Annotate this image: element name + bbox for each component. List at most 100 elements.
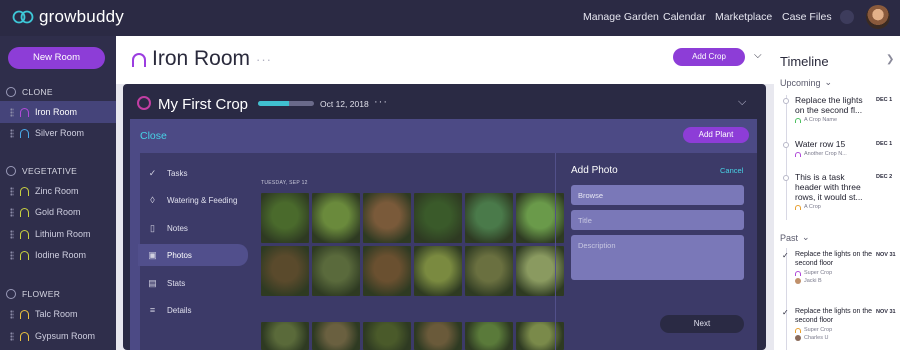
room-icon [20, 309, 29, 319]
flower-icon [6, 289, 16, 299]
title-field[interactable]: Title [571, 210, 744, 230]
photo-thumbnail[interactable] [261, 322, 309, 350]
chevron-down-icon[interactable]: ⌵ [738, 96, 746, 109]
photo-thumbnail[interactable] [312, 246, 360, 296]
drag-handle-icon[interactable] [10, 309, 14, 319]
drag-handle-icon[interactable] [10, 128, 14, 138]
app-logo[interactable]: growbuddy [12, 7, 124, 27]
sidebar-item-iodine-room[interactable]: Iodine Room [0, 244, 116, 266]
drag-handle-icon[interactable] [10, 331, 14, 341]
task-crop: Super Crop [804, 327, 833, 333]
sidebar-item-label: Zinc Room [35, 186, 79, 196]
stats-icon: ▤ [148, 277, 157, 288]
photo-icon: ▣ [148, 249, 157, 260]
room-more-button[interactable]: ··· [256, 52, 272, 67]
section-label: FLOWER [22, 289, 61, 299]
photo-thumbnail[interactable] [516, 246, 564, 296]
avatar[interactable] [866, 5, 890, 29]
crop-more-button[interactable]: ··· [374, 96, 388, 108]
photo-thumbnail[interactable] [363, 193, 411, 243]
section-label: Past [780, 232, 799, 243]
add-plant-button[interactable]: Add Plant [683, 127, 749, 143]
cancel-button[interactable]: Cancel [720, 166, 743, 175]
menu-details[interactable]: ≡ Details [138, 299, 248, 321]
task-crop: A Crop Name [804, 117, 838, 123]
sidebar-item-lithium-room[interactable]: Lithium Room [0, 223, 116, 245]
timeline-past-toggle[interactable]: Past ⌄ [780, 232, 810, 243]
task-title: Replace the lights on the second fl... [795, 95, 863, 115]
photo-thumbnail[interactable] [312, 193, 360, 243]
nav-manage-garden[interactable]: Manage Garden [583, 11, 659, 23]
next-button[interactable]: Next [660, 315, 744, 333]
check-icon: ✓ [782, 251, 789, 260]
sidebar-item-gypsum-room[interactable]: Gypsum Room [0, 325, 116, 347]
sidebar-item-gold-room[interactable]: Gold Room [0, 201, 116, 223]
notifications-icon[interactable] [840, 10, 854, 24]
photo-thumbnail[interactable] [312, 322, 360, 350]
menu-tasks[interactable]: ✓ Tasks [138, 162, 248, 184]
crop-icon [795, 327, 801, 333]
clone-icon [6, 87, 16, 97]
menu-photos[interactable]: ▣ Photos [138, 244, 248, 266]
photo-thumbnail[interactable] [465, 246, 513, 296]
photo-thumbnail[interactable] [363, 246, 411, 296]
timeline-item[interactable]: ✓ Replace the lights on the second floor… [780, 307, 898, 341]
photo-thumbnail[interactable] [465, 193, 513, 243]
add-photo-title: Add Photo [571, 165, 618, 176]
timeline-item[interactable]: Replace the lights on the second fl... A… [780, 95, 898, 123]
timeline-item[interactable]: This is a task header with three rows, i… [780, 172, 898, 210]
nav-calendar[interactable]: Calendar [663, 11, 706, 23]
sidebar-item-silver-room[interactable]: Silver Room [0, 122, 116, 144]
task-date: DEC 2 [876, 174, 893, 180]
drag-handle-icon[interactable] [10, 250, 14, 260]
photo-thumbnail[interactable] [414, 322, 462, 350]
timeline-title: Timeline [780, 54, 829, 69]
description-field[interactable]: Description [571, 235, 744, 280]
user-avatar [795, 335, 801, 341]
sidebar-item-iron-room[interactable]: Iron Room [0, 101, 116, 123]
task-title: Replace the lights on the second floor [795, 308, 873, 324]
nav-case-files[interactable]: Case Files [782, 11, 832, 23]
photo-date-heading: TUESDAY, SEP 12 [261, 180, 308, 186]
room-icon [20, 107, 29, 117]
crop-icon [137, 96, 151, 110]
drag-handle-icon[interactable] [10, 229, 14, 239]
sidebar-item-zinc-room[interactable]: Zinc Room [0, 180, 116, 202]
nav-marketplace[interactable]: Marketplace [715, 11, 772, 23]
chevron-right-icon[interactable]: ❯ [886, 54, 894, 65]
crop-progress-fill [258, 101, 289, 106]
add-crop-button[interactable]: Add Crop [673, 48, 745, 66]
crop-icon [795, 117, 801, 123]
crop-progress-bar [258, 101, 314, 106]
timeline-dot [783, 175, 789, 181]
drag-handle-icon[interactable] [10, 207, 14, 217]
photo-thumbnail[interactable] [414, 193, 462, 243]
drag-handle-icon[interactable] [10, 107, 14, 117]
menu-watering-feeding[interactable]: ◊ Watering & Feeding [138, 189, 248, 211]
crop-icon [795, 204, 801, 210]
photo-thumbnail[interactable] [516, 322, 564, 350]
browse-button[interactable]: Browse [571, 185, 744, 205]
new-room-button[interactable]: New Room [8, 47, 105, 69]
photo-thumbnail[interactable] [414, 246, 462, 296]
photo-thumbnail[interactable] [363, 322, 411, 350]
photo-thumbnail[interactable] [261, 193, 309, 243]
app-name: growbuddy [39, 7, 124, 26]
photo-thumbnail[interactable] [465, 322, 513, 350]
timeline-item[interactable]: ✓ Replace the lights on the second floor… [780, 250, 898, 284]
chevron-down-icon: ⌄ [824, 77, 833, 87]
photo-thumbnail[interactable] [261, 246, 309, 296]
menu-stats[interactable]: ▤ Stats [138, 272, 248, 294]
room-icon [132, 53, 146, 67]
user-avatar [795, 278, 801, 284]
sidebar-item-talc-room[interactable]: Talc Room [0, 303, 116, 325]
photo-thumbnail[interactable] [516, 193, 564, 243]
timeline-upcoming-toggle[interactable]: Upcoming ⌄ [780, 77, 832, 88]
crop-icon [795, 151, 801, 157]
chevron-down-icon[interactable]: ⌵ [754, 50, 762, 61]
close-button[interactable]: Close [140, 130, 167, 142]
section-label: Upcoming [780, 77, 821, 88]
timeline-item[interactable]: Water row 15 Another Crop N... DEC 1 [780, 139, 898, 157]
menu-notes[interactable]: ▯ Notes [138, 217, 248, 239]
drag-handle-icon[interactable] [10, 186, 14, 196]
